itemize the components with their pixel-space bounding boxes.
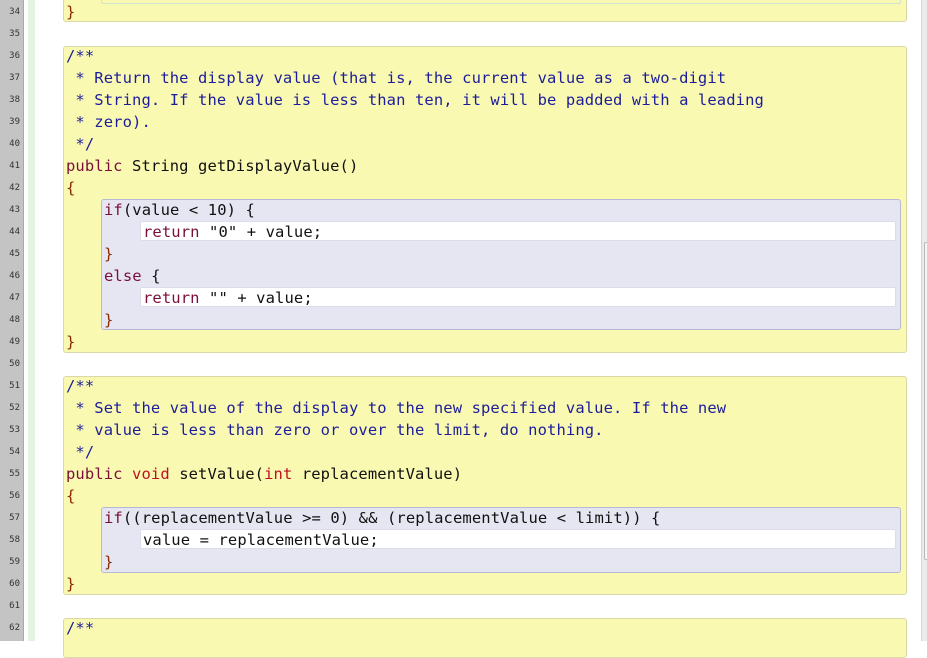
line-number: 54	[9, 447, 20, 457]
signature-text: String getDisplayValue()	[122, 157, 359, 175]
parameter-text: replacementValue)	[292, 465, 463, 483]
type-int: int	[264, 465, 293, 483]
line-number: 62	[9, 623, 20, 633]
method-block-next	[63, 618, 907, 658]
keyword-if: if	[104, 509, 123, 527]
javadoc-comment: * value is less than zero or over the li…	[66, 421, 604, 439]
opening-brace: {	[66, 487, 76, 505]
closing-brace: }	[66, 575, 76, 593]
keyword-else: else	[104, 267, 142, 285]
line-number: 45	[9, 249, 20, 259]
condition-text: ((replacementValue >= 0) && (replacement…	[122, 509, 661, 527]
javadoc-comment: /**	[66, 47, 95, 65]
closing-brace: }	[66, 333, 76, 351]
method-signature-getDisplayValue[interactable]: public String getDisplayValue()	[66, 155, 358, 177]
javadoc-comment: * Set the value of the display to the ne…	[66, 399, 727, 417]
javadoc-comment: * zero).	[66, 113, 151, 131]
javadoc-comment: */	[66, 443, 95, 461]
closing-brace: }	[104, 311, 114, 329]
line-number: 46	[9, 271, 20, 281]
line-number: 55	[9, 469, 20, 479]
line-number: 42	[9, 183, 20, 193]
keyword-public: public	[66, 465, 123, 483]
return-statement[interactable]: return "0" + value;	[143, 221, 322, 243]
closing-brace: }	[104, 245, 114, 263]
javadoc-comment: */	[66, 135, 95, 153]
javadoc-comment: * Return the display value (that is, the…	[66, 69, 727, 87]
else-brace: {	[141, 267, 161, 285]
line-number: 35	[9, 29, 20, 39]
line-number: 48	[9, 315, 20, 325]
line-number: 37	[9, 73, 20, 83]
line-number: 52	[9, 403, 20, 413]
return-expression: "0" + value;	[199, 223, 323, 241]
line-number: 57	[9, 513, 20, 523]
line-number: 34	[9, 7, 20, 17]
return-statement[interactable]: return "" + value;	[143, 287, 313, 309]
vertical-scrollbar[interactable]	[921, 0, 927, 641]
javadoc-comment: * String. If the value is less than ten,…	[66, 91, 764, 109]
else-statement[interactable]: else {	[104, 265, 161, 287]
line-number: 60	[9, 579, 20, 589]
closing-brace: }	[104, 553, 114, 571]
line-number: 36	[9, 51, 20, 61]
assignment-statement[interactable]: value = replacementValue;	[143, 529, 379, 551]
line-number: 41	[9, 161, 20, 171]
keyword-return: return	[143, 223, 200, 241]
if-statement[interactable]: if((replacementValue >= 0) && (replaceme…	[104, 507, 661, 529]
line-number: 59	[9, 557, 20, 567]
if-statement[interactable]: if(value < 10) {	[104, 199, 255, 221]
method-signature-setValue[interactable]: public void setValue(int replacementValu…	[66, 463, 462, 485]
line-number: 58	[9, 535, 20, 545]
javadoc-comment: /**	[66, 619, 95, 637]
line-number: 43	[9, 205, 20, 215]
statement-block-previous	[101, 0, 901, 4]
method-name: setValue(	[169, 465, 265, 483]
return-expression: "" + value;	[199, 289, 313, 307]
line-number: 47	[9, 293, 20, 303]
condition-text: (value < 10) {	[122, 201, 255, 219]
line-number: 61	[9, 601, 20, 611]
javadoc-comment: /**	[66, 377, 95, 395]
line-number: 44	[9, 227, 20, 237]
closing-brace: }	[66, 3, 76, 21]
line-number: 39	[9, 117, 20, 127]
line-number: 50	[9, 359, 20, 369]
line-number: 38	[9, 95, 20, 105]
opening-brace: {	[66, 179, 76, 197]
line-number: 49	[9, 337, 20, 347]
line-number: 40	[9, 139, 20, 149]
line-number: 51	[9, 381, 20, 391]
keyword-if: if	[104, 201, 123, 219]
keyword-return: return	[143, 289, 200, 307]
type-void: void	[122, 465, 170, 483]
line-number: 56	[9, 491, 20, 501]
line-number: 53	[9, 425, 20, 435]
keyword-public: public	[66, 157, 123, 175]
